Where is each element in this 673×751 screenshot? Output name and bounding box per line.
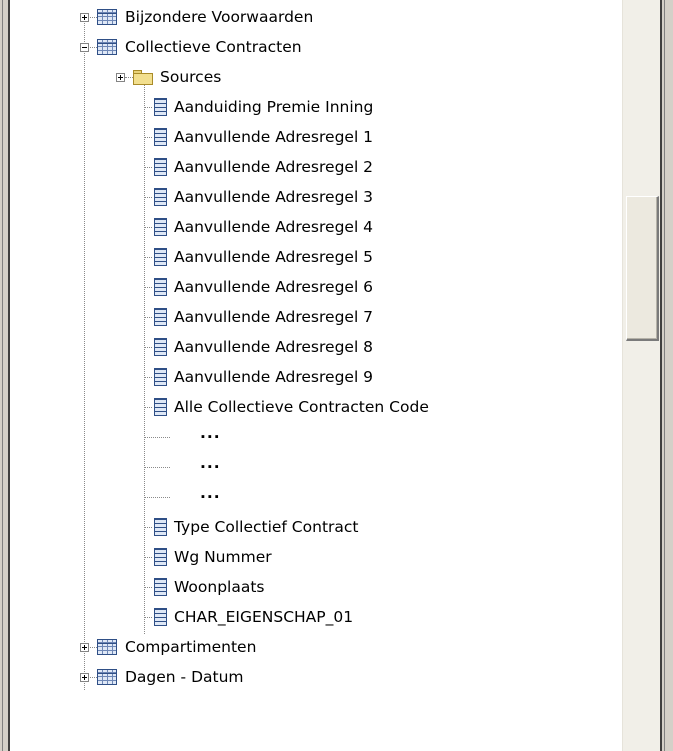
tree-connector-branch	[145, 467, 170, 468]
tree-node[interactable]: Aanvullende Adresregel 1	[0, 122, 622, 152]
tree-node-label[interactable]: Type Collectief Contract	[174, 518, 359, 536]
tree-connector-branch	[145, 287, 152, 288]
table-icon	[97, 669, 117, 685]
table-icon	[97, 39, 117, 55]
tree-node[interactable]: Aanvullende Adresregel 4	[0, 212, 622, 242]
field-icon	[154, 548, 167, 566]
tree-ellipsis-row: ...	[0, 482, 622, 512]
tree-node-label[interactable]: Aanvullende Adresregel 3	[174, 188, 373, 206]
tree-connector-branch	[145, 167, 152, 168]
tree-node[interactable]: Dagen - Datum	[0, 662, 622, 692]
expand-plus-icon[interactable]	[116, 73, 125, 82]
tree-node-label[interactable]: Compartimenten	[125, 638, 256, 656]
tree-node[interactable]: Compartimenten	[0, 632, 622, 662]
tree-node-label[interactable]: Aanduiding Premie Inning	[174, 98, 373, 116]
tree-node-label[interactable]: Aanvullende Adresregel 6	[174, 278, 373, 296]
tree-node-label[interactable]: Sources	[160, 68, 221, 86]
tree-connector-branch	[145, 137, 152, 138]
tree-connector-branch	[145, 197, 152, 198]
tree-node-label[interactable]: CHAR_EIGENSCHAP_01	[174, 608, 353, 626]
tree-connector-branch	[145, 317, 152, 318]
tree-node[interactable]: Aanvullende Adresregel 9	[0, 362, 622, 392]
field-icon	[154, 218, 167, 236]
tree-node[interactable]: Alle Collectieve Contracten Code	[0, 392, 622, 422]
field-icon	[154, 608, 167, 626]
field-icon	[154, 248, 167, 266]
tree-connector-branch	[145, 227, 152, 228]
tree-node[interactable]: Type Collectief Contract	[0, 512, 622, 542]
field-icon	[154, 518, 167, 536]
field-icon	[154, 128, 167, 146]
tree-node-label[interactable]: Woonplaats	[174, 578, 265, 596]
tree-node[interactable]: CHAR_EIGENSCHAP_01	[0, 602, 622, 632]
tree-node-label[interactable]: Aanvullende Adresregel 7	[174, 308, 373, 326]
tree-connector-branch	[145, 407, 152, 408]
tree-node[interactable]: Aanvullende Adresregel 7	[0, 302, 622, 332]
tree-node-label[interactable]: Wg Nummer	[174, 548, 272, 566]
tree-node[interactable]: Aanvullende Adresregel 8	[0, 332, 622, 362]
field-icon	[154, 308, 167, 326]
tree-connector-branch	[145, 587, 152, 588]
tree-connector-branch	[145, 497, 170, 498]
tree-node-label[interactable]: Aanvullende Adresregel 5	[174, 248, 373, 266]
field-icon	[154, 338, 167, 356]
tree-connector-branch	[145, 527, 152, 528]
expand-plus-icon[interactable]	[80, 643, 89, 652]
tree-node-label[interactable]: Collectieve Contracten	[125, 38, 302, 56]
tree-node[interactable]: Aanduiding Premie Inning	[0, 92, 622, 122]
ellipsis-text: ...	[200, 484, 221, 502]
tree-node[interactable]: Collectieve Contracten	[0, 32, 622, 62]
ellipsis-text: ...	[200, 424, 221, 442]
expand-plus-icon[interactable]	[80, 673, 89, 682]
collapse-minus-icon[interactable]	[80, 43, 89, 52]
scrollbar-thumb[interactable]	[626, 196, 659, 341]
tree-ellipsis-row: ...	[0, 422, 622, 452]
tree-connector-branch	[145, 377, 152, 378]
field-icon	[154, 98, 167, 116]
field-icon	[154, 398, 167, 416]
table-icon	[97, 9, 117, 25]
tree-node[interactable]: Aanvullende Adresregel 2	[0, 152, 622, 182]
tree-node-label[interactable]: Aanvullende Adresregel 1	[174, 128, 373, 146]
object-tree[interactable]: Bijzondere Voorwaarden Collectieve Contra…	[0, 0, 622, 751]
tree-connector-branch	[145, 347, 152, 348]
tree-connector-branch	[145, 557, 152, 558]
tree-node-label[interactable]: Aanvullende Adresregel 8	[174, 338, 373, 356]
field-icon	[154, 578, 167, 596]
tree-node-label[interactable]: Aanvullende Adresregel 4	[174, 218, 373, 236]
field-icon	[154, 278, 167, 296]
tree-connector-branch	[145, 107, 152, 108]
tree-node-label[interactable]: Aanvullende Adresregel 2	[174, 158, 373, 176]
table-icon	[97, 639, 117, 655]
tree-node[interactable]: Wg Nummer	[0, 542, 622, 572]
ellipsis-text: ...	[200, 454, 221, 472]
tree-ellipsis-row: ...	[0, 452, 622, 482]
tree-node[interactable]: Sources	[0, 62, 622, 92]
tree-connector-branch	[145, 257, 152, 258]
tree-node-label[interactable]: Aanvullende Adresregel 9	[174, 368, 373, 386]
tree-connector-branch	[145, 617, 152, 618]
tree-node[interactable]: Aanvullende Adresregel 5	[0, 242, 622, 272]
tree-node[interactable]: Aanvullende Adresregel 3	[0, 182, 622, 212]
vertical-scrollbar[interactable]	[622, 0, 661, 751]
tree-node[interactable]: Woonplaats	[0, 572, 622, 602]
field-icon	[154, 188, 167, 206]
folder-icon	[133, 70, 153, 85]
expand-plus-icon[interactable]	[80, 13, 89, 22]
window-frame-right	[660, 0, 673, 751]
tree-node-label[interactable]: Dagen - Datum	[125, 668, 244, 686]
tree-node[interactable]: Bijzondere Voorwaarden	[0, 2, 622, 32]
tree-node-label[interactable]: Bijzondere Voorwaarden	[125, 8, 313, 26]
field-icon	[154, 158, 167, 176]
tree-node[interactable]: Aanvullende Adresregel 6	[0, 272, 622, 302]
tree-connector-branch	[125, 77, 133, 78]
field-icon	[154, 368, 167, 386]
tree-node-label[interactable]: Alle Collectieve Contracten Code	[174, 398, 429, 416]
tree-connector-branch	[145, 437, 170, 438]
